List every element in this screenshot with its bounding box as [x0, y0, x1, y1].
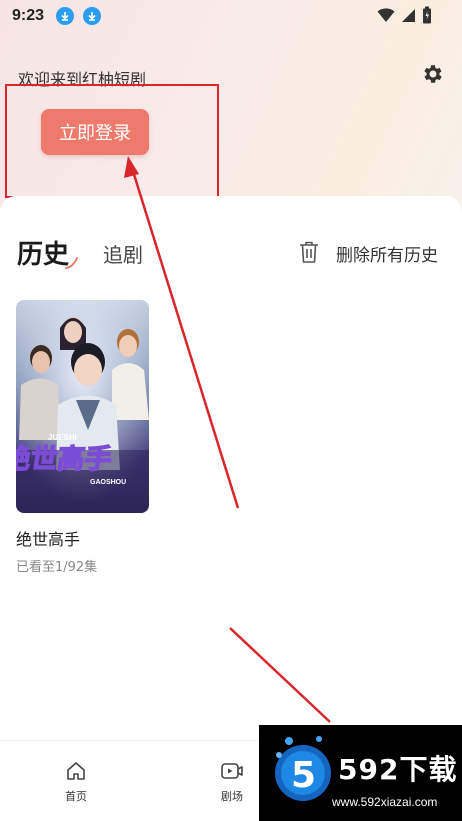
trash-icon[interactable]: [298, 240, 320, 264]
drama-poster[interactable]: JUESHI 绝世高手 GAOSHOU: [16, 300, 149, 513]
battery-icon: [423, 6, 431, 24]
watermark-digit: 5: [291, 755, 316, 796]
status-bar: 9:23: [0, 0, 462, 32]
tab-active-indicator: [65, 257, 78, 269]
signal-icon: [402, 8, 415, 22]
download-icon: [83, 7, 102, 25]
poster-art: JUESHI 绝世高手 GAOSHOU: [16, 300, 149, 513]
nav-home[interactable]: 首页: [56, 760, 96, 804]
delete-all-history-button[interactable]: 删除所有历史: [336, 241, 438, 266]
watermark-text: 592下载: [338, 753, 458, 786]
gear-icon[interactable]: [421, 62, 445, 86]
drama-progress: 已看至1/92集: [16, 560, 98, 575]
video-icon: [221, 763, 243, 779]
nav-theater-label: 剧场: [221, 790, 243, 803]
poster-subtitle-bottom: GAOSHOU: [90, 479, 126, 486]
tab-history[interactable]: 历史: [17, 234, 69, 271]
wifi-icon: [377, 8, 395, 22]
home-icon: [67, 762, 85, 780]
status-icons: [377, 6, 432, 24]
nav-home-label: 首页: [65, 790, 87, 803]
annotation-box: [5, 84, 219, 198]
poster-subtitle-top: JUESHI: [48, 433, 77, 442]
download-icon: [56, 7, 75, 25]
status-time: 9:23: [12, 7, 45, 24]
drama-title[interactable]: 绝世高手: [16, 526, 80, 550]
nav-theater[interactable]: 剧场: [212, 760, 252, 804]
poster-title: 绝世高手: [16, 443, 114, 475]
tab-following[interactable]: 追剧: [103, 239, 143, 268]
watermark-url: www.592xiazai.com: [332, 795, 438, 809]
